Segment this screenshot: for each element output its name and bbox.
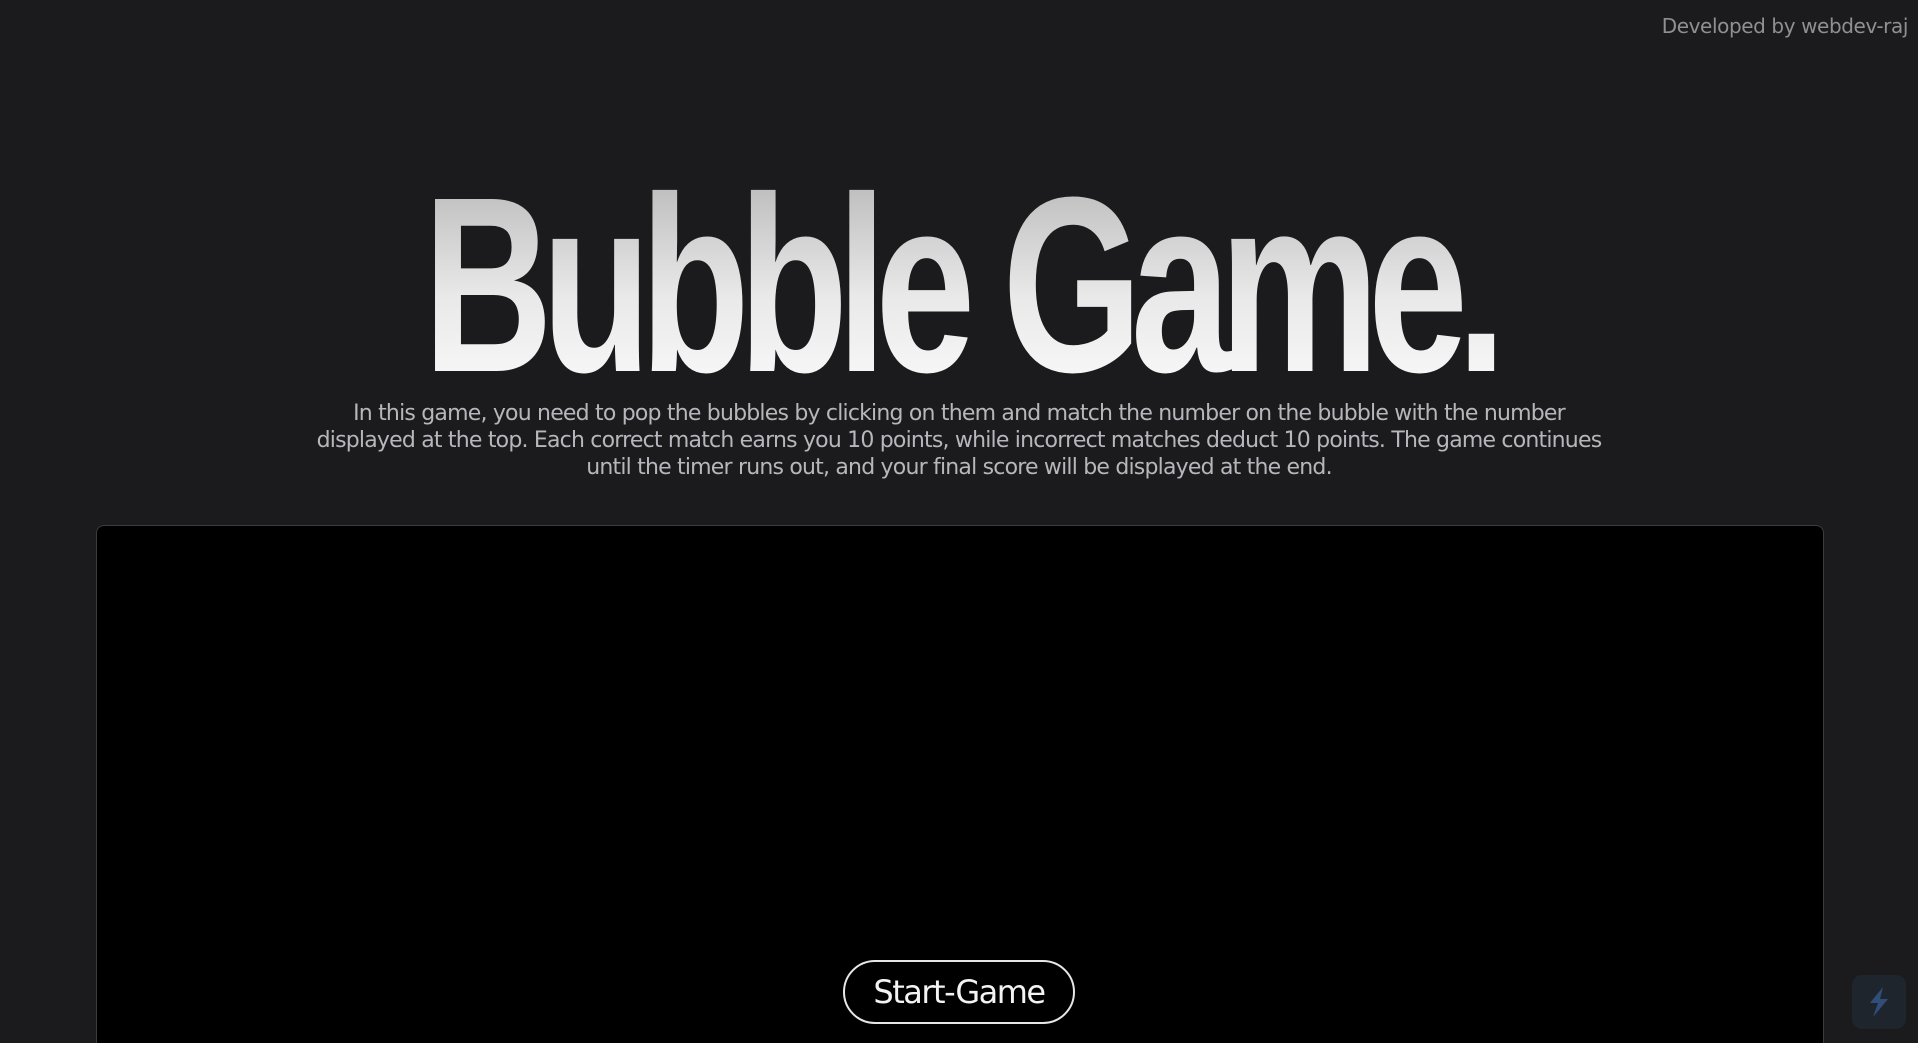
floating-widget-button[interactable] (1852, 975, 1906, 1029)
start-game-button[interactable]: Start-Game (843, 960, 1075, 1024)
page-title: Bubble Game. (269, 160, 1650, 410)
hero-section: Bubble Game. In this game, you need to p… (0, 160, 1918, 481)
developer-credit: Developed by webdev-raj (1661, 14, 1909, 38)
lightning-bolt-icon (1870, 987, 1888, 1017)
